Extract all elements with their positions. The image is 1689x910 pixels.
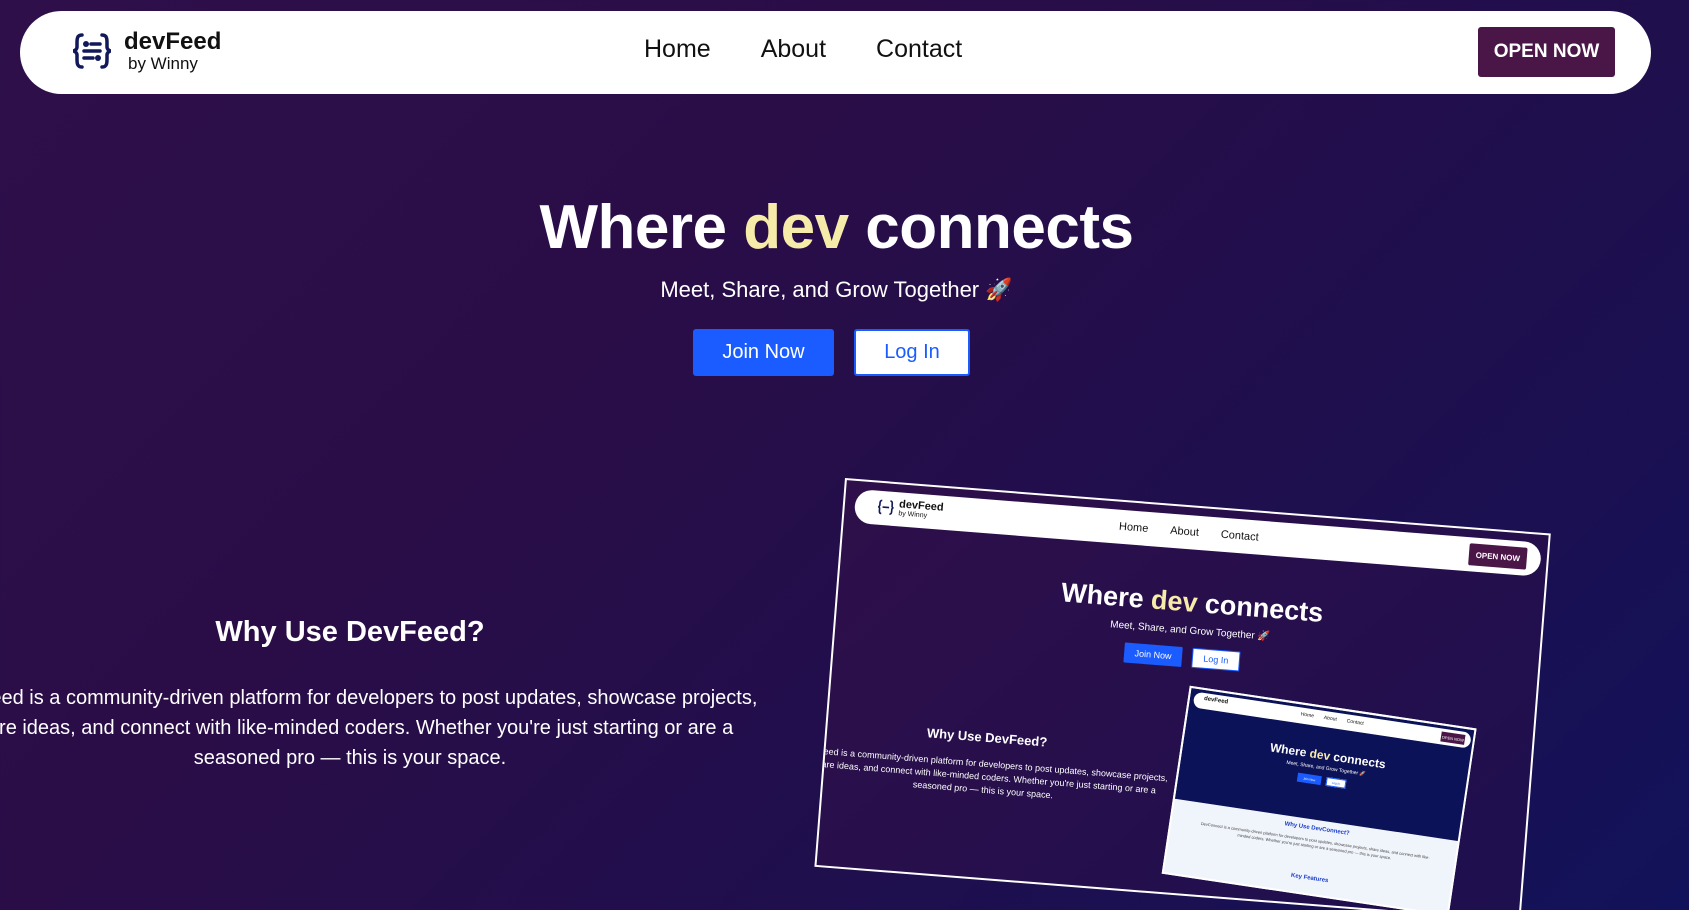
nav-link-contact[interactable]: Contact xyxy=(876,35,962,64)
preview-nested-image: devFeed Home About Contact OPEN NOW Wher… xyxy=(1161,685,1477,910)
preview-nav-contact: Contact xyxy=(1220,528,1260,544)
nested-login-button: Log In xyxy=(1325,776,1347,789)
nav-links: Home About Contact xyxy=(644,35,962,64)
preview-hero-buttons: Join Now Log In xyxy=(1123,642,1241,672)
nested-join-button: Join Now xyxy=(1296,772,1322,786)
nested-nav-home: Home xyxy=(1300,711,1315,720)
preview-join-button: Join Now xyxy=(1123,642,1183,667)
join-now-button[interactable]: Join Now xyxy=(693,329,834,376)
preview-brand: devFeed by Winny xyxy=(876,498,944,521)
preview-title-highlight: dev xyxy=(1149,584,1199,618)
nested-open-now-button: OPEN NOW xyxy=(1440,731,1466,745)
nested-title-highlight: dev xyxy=(1308,746,1332,764)
nested-nav-about: About xyxy=(1323,714,1338,723)
hero-buttons: Join Now Log In xyxy=(693,329,970,376)
preview-navbar: devFeed by Winny Home About Contact OPEN… xyxy=(853,488,1543,577)
site-preview-image: devFeed by Winny Home About Contact OPEN… xyxy=(814,478,1551,910)
hero-subtitle: Meet, Share, and Grow Together 🚀 xyxy=(660,277,1013,302)
hero-title: Where dev connects xyxy=(0,192,1673,263)
open-now-button[interactable]: OPEN NOW xyxy=(1478,27,1615,77)
hero-title-highlight: dev xyxy=(743,193,849,262)
hero-title-start: Where xyxy=(539,193,744,262)
preview-nav-home: Home xyxy=(1118,520,1149,535)
nested-hero-buttons: Join Now Log In xyxy=(1296,772,1347,789)
preview-open-now-button: OPEN NOW xyxy=(1468,543,1528,570)
nav-link-home[interactable]: Home xyxy=(644,35,711,64)
nested-hero: devFeed Home About Contact OPEN NOW Wher… xyxy=(1174,687,1477,842)
preview-nav-links: Home About Contact xyxy=(1119,521,1260,544)
preview-title-start: Where xyxy=(1060,577,1153,615)
top-navbar: devFeed by Winny Home About Contact OPEN… xyxy=(20,11,1651,94)
nested-nav-contact: Contact xyxy=(1346,718,1365,727)
code-braces-chat-icon xyxy=(72,33,112,69)
nav-link-about[interactable]: About xyxy=(761,35,826,64)
code-braces-chat-icon xyxy=(877,499,894,515)
log-in-button[interactable]: Log In xyxy=(854,329,970,376)
brand-logo[interactable]: devFeed by Winny xyxy=(70,29,221,73)
nested-nav-links: Home About Contact xyxy=(1300,711,1364,726)
preview-nav-about: About xyxy=(1169,524,1200,539)
brand-subtitle: by Winny xyxy=(128,54,198,73)
preview-login-button: Log In xyxy=(1191,647,1241,672)
why-title: Why Use DevFeed? xyxy=(215,616,485,648)
nested-brand-name: devFeed xyxy=(1203,695,1229,706)
preview-title-end: connects xyxy=(1196,588,1325,628)
brand-name: devFeed xyxy=(124,28,222,55)
brand-text: devFeed by Winny xyxy=(124,28,222,73)
hero-title-end: connects xyxy=(848,193,1134,262)
nested-title-start: Where xyxy=(1269,740,1311,761)
why-description: DevFeed is a community-driven platform f… xyxy=(0,687,758,769)
